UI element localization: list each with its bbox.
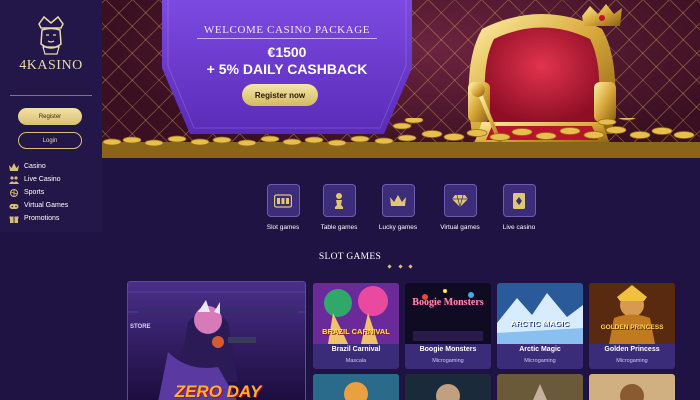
featured-game-card[interactable]: STORE ZERO DAY xyxy=(127,281,306,400)
sidebar-nav: Casino Live Casino Sports Virtual Games … xyxy=(8,160,68,225)
sidebar-item-live-casino[interactable]: Live Casino xyxy=(8,173,68,186)
game-thumbnail-logo: GOLDEN PRINCESS xyxy=(600,324,664,331)
sidebar-item-label: Promotions xyxy=(24,215,60,222)
category-label: Lucky games xyxy=(378,224,418,231)
game-thumbnail-logo: BRAZIL CARNIVAL xyxy=(322,327,390,336)
game-title: Golden Princess xyxy=(604,346,660,353)
game-thumbnail-logo: ARCTIC MAGIC xyxy=(510,319,570,328)
promo-kicker: WELCOME CASINO PACKAGE xyxy=(203,24,371,36)
people-icon xyxy=(8,175,19,184)
gift-icon xyxy=(8,214,19,223)
game-card[interactable] xyxy=(313,374,399,400)
kicker-underline xyxy=(197,38,377,39)
sidebar-item-sports[interactable]: Sports xyxy=(8,186,68,199)
crown-icon xyxy=(8,162,19,171)
sidebar-item-label: Live Casino xyxy=(24,176,61,183)
category-virtual-games[interactable]: Virtual games xyxy=(430,184,490,231)
gamepad-icon xyxy=(8,201,19,210)
game-provider: Microgaming xyxy=(432,358,464,364)
diamond-icon xyxy=(443,184,477,217)
featured-game-store-sign: STORE xyxy=(130,324,151,330)
game-card[interactable] xyxy=(589,374,675,400)
sidebar-item-label: Virtual Games xyxy=(24,202,69,209)
game-thumbnail xyxy=(405,374,491,400)
sidebar-item-virtual-games[interactable]: Virtual Games xyxy=(8,199,68,212)
register-button[interactable]: Register xyxy=(18,108,82,125)
game-thumbnail xyxy=(405,283,491,344)
sidebar: 4KASINO Register Login Casino Live Casin… xyxy=(0,0,102,232)
game-title: Arctic Magic xyxy=(519,346,561,353)
slot-machine-icon xyxy=(266,184,300,217)
logo-text: 4KASINO xyxy=(19,58,83,73)
category-lucky-games[interactable]: Lucky games xyxy=(368,184,428,231)
category-table-games[interactable]: Table games xyxy=(309,184,369,231)
game-thumbnail xyxy=(589,283,675,344)
section-title-slot-games: SLOT GAMES xyxy=(318,252,382,262)
game-card-boogie-monsters[interactable]: Boogie Monsters Boogie Monsters Microgam… xyxy=(405,283,491,369)
chess-pawn-icon xyxy=(322,184,356,217)
playing-card-icon xyxy=(502,184,536,217)
featured-game-logo: ZERO DAY xyxy=(174,382,262,400)
category-label: Slot games xyxy=(266,224,300,231)
sidebar-item-label: Casino xyxy=(24,163,46,170)
sidebar-item-label: Sports xyxy=(24,189,45,196)
login-button[interactable]: Login xyxy=(18,132,82,149)
game-card-golden-princess[interactable]: GOLDEN PRINCESS Golden Princess Microgam… xyxy=(589,283,675,369)
game-thumbnail xyxy=(313,374,399,400)
promo-amount: €1500 xyxy=(267,44,307,60)
game-thumbnail-logo: Boogie Monsters xyxy=(412,297,484,308)
game-title: Brazil Carnival xyxy=(331,346,381,353)
sidebar-item-casino[interactable]: Casino xyxy=(8,160,68,173)
category-label: Virtual games xyxy=(440,224,480,231)
section-title-ornament xyxy=(387,264,413,269)
game-provider: Microgaming xyxy=(616,358,648,364)
game-thumbnail xyxy=(497,283,583,344)
hero-banner[interactable]: WELCOME CASINO PACKAGE €1500 + 5% DAILY … xyxy=(102,0,700,158)
ball-icon xyxy=(8,188,19,197)
game-title: Boogie Monsters xyxy=(419,346,477,353)
category-live-casino[interactable]: Live casino xyxy=(489,184,549,231)
game-thumbnail xyxy=(497,374,583,400)
sidebar-divider xyxy=(10,95,92,96)
brand-logo[interactable]: 4KASINO xyxy=(12,14,90,84)
game-card-arctic-magic[interactable]: ARCTIC MAGIC Arctic Magic Microgaming xyxy=(497,283,583,369)
promo-cashback: + 5% DAILY CASHBACK xyxy=(206,61,368,77)
game-card-brazil-carnival[interactable]: BRAZIL CARNIVAL Brazil Carnival Mascala xyxy=(313,283,399,369)
game-thumbnail xyxy=(589,374,675,400)
category-label: Table games xyxy=(320,224,358,231)
game-provider: Microgaming xyxy=(524,358,556,364)
king-crown-icon xyxy=(31,14,71,56)
sidebar-item-promotions[interactable]: Promotions xyxy=(8,212,68,225)
register-now-button[interactable]: Register now xyxy=(242,84,318,106)
category-slot-games[interactable]: Slot games xyxy=(253,184,313,231)
category-label: Live casino xyxy=(502,224,536,231)
crown-icon xyxy=(381,184,415,217)
game-provider: Mascala xyxy=(345,358,367,364)
game-card[interactable] xyxy=(405,374,491,400)
game-card[interactable] xyxy=(497,374,583,400)
